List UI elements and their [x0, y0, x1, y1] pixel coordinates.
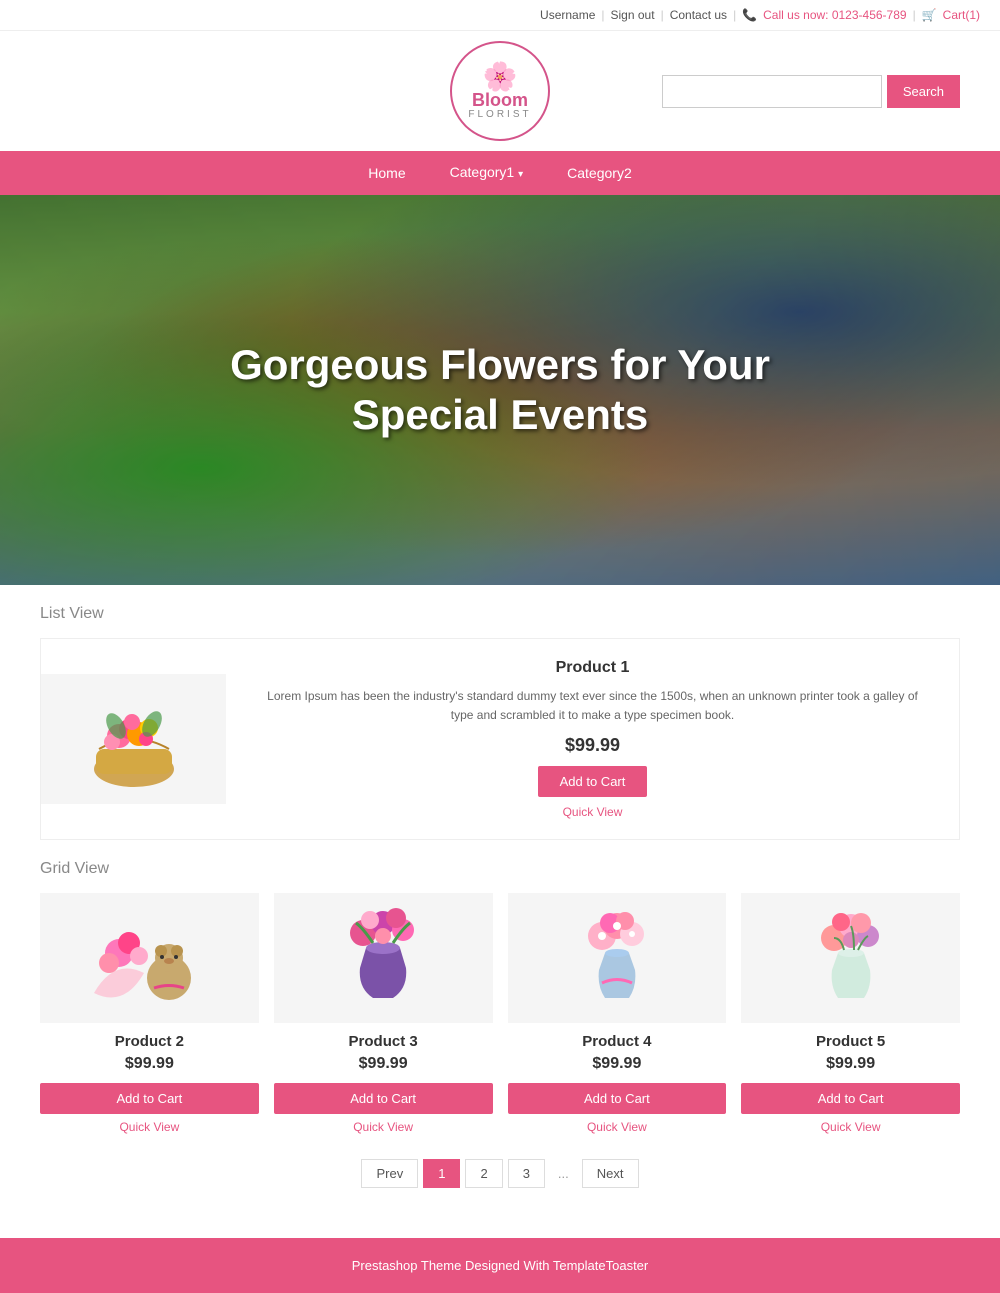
nav-cat1[interactable]: Category1 ▾	[428, 150, 546, 197]
dropdown-arrow-icon: ▾	[518, 169, 523, 180]
sep2: |	[661, 8, 664, 22]
grid-view-label: Grid View	[40, 860, 960, 878]
product1-name: Product 1	[256, 659, 929, 677]
product3-add-cart-button[interactable]: Add to Cart	[274, 1083, 493, 1114]
nav-cat2[interactable]: Category2	[545, 151, 654, 195]
logo-sub: FLORIST	[468, 109, 531, 120]
pagination: Prev 1 2 3 ... Next	[40, 1159, 960, 1188]
logo[interactable]: 🌸 Bloom FLORIST	[450, 41, 550, 141]
hero-text: Gorgeous Flowers for Your Special Events	[210, 320, 790, 461]
product1-image	[41, 674, 226, 804]
hero-line2: Special Events	[352, 391, 648, 438]
grid-item-product4: Product 4 $99.99 Add to Cart Quick View	[508, 893, 727, 1134]
product2-image	[40, 893, 259, 1023]
product4-price: $99.99	[508, 1055, 727, 1073]
product3-price: $99.99	[274, 1055, 493, 1073]
cart-link[interactable]: Cart(1)	[943, 8, 980, 22]
page-1-button[interactable]: 1	[423, 1159, 460, 1188]
search-input[interactable]	[662, 75, 882, 108]
product1-info: Product 1 Lorem Ipsum has been the indus…	[226, 639, 959, 839]
top-bar: Username | Sign out | Contact us | 📞 Cal…	[0, 0, 1000, 31]
grid-view: Product 2 $99.99 Add to Cart Quick View	[40, 893, 960, 1134]
sep1: |	[601, 8, 604, 22]
product2-add-cart-button[interactable]: Add to Cart	[40, 1083, 259, 1114]
product5-add-cart-button[interactable]: Add to Cart	[741, 1083, 960, 1114]
products-section: List View Product 1	[0, 585, 1000, 1238]
product2-name: Product 2	[40, 1033, 259, 1050]
next-button[interactable]: Next	[582, 1159, 639, 1188]
phone-text: Call us now: 0123-456-789	[763, 8, 906, 22]
search-area: Search	[653, 75, 960, 108]
list-view-label: List View	[40, 605, 960, 623]
hero-banner: Gorgeous Flowers for Your Special Events	[0, 195, 1000, 585]
product4-name: Product 4	[508, 1033, 727, 1050]
logo-name: Bloom	[472, 91, 528, 109]
product5-price: $99.99	[741, 1055, 960, 1073]
product4-quick-view-link[interactable]: Quick View	[508, 1120, 727, 1134]
product1-quick-view-link[interactable]: Quick View	[256, 805, 929, 819]
contact-link[interactable]: Contact us	[670, 8, 727, 22]
footer-text: Prestashop Theme Designed With TemplateT…	[352, 1258, 649, 1273]
list-view-item: Product 1 Lorem Ipsum has been the indus…	[40, 638, 960, 840]
phone-icon: 📞	[742, 8, 757, 22]
product3-name: Product 3	[274, 1033, 493, 1050]
page-3-button[interactable]: 3	[508, 1159, 545, 1188]
grid-item-product2: Product 2 $99.99 Add to Cart Quick View	[40, 893, 259, 1134]
product5-quick-view-link[interactable]: Quick View	[741, 1120, 960, 1134]
product1-price: $99.99	[256, 735, 929, 756]
cart-icon: 🛒	[922, 8, 937, 22]
username-link[interactable]: Username	[540, 8, 595, 22]
header: 🌸 Bloom FLORIST Search	[0, 31, 1000, 151]
sep3: |	[733, 8, 736, 22]
hero-line1: Gorgeous Flowers for Your	[230, 341, 770, 388]
sep4: |	[913, 8, 916, 22]
footer: Prestashop Theme Designed With TemplateT…	[0, 1238, 1000, 1293]
logo-flowers-icon: 🌸	[483, 63, 518, 91]
logo-area: 🌸 Bloom FLORIST	[347, 41, 654, 141]
product2-quick-view-link[interactable]: Quick View	[40, 1120, 259, 1134]
product1-desc: Lorem Ipsum has been the industry's stan…	[256, 687, 929, 725]
nav-home[interactable]: Home	[346, 151, 427, 195]
nav-cat1-label: Category1	[450, 164, 515, 180]
nav-bar: Home Category1 ▾ Category2	[0, 151, 1000, 195]
product5-name: Product 5	[741, 1033, 960, 1050]
product3-image	[274, 893, 493, 1023]
product4-image	[508, 893, 727, 1023]
grid-item-product5: Product 5 $99.99 Add to Cart Quick View	[741, 893, 960, 1134]
product1-add-cart-button[interactable]: Add to Cart	[538, 766, 648, 797]
product3-quick-view-link[interactable]: Quick View	[274, 1120, 493, 1134]
product2-price: $99.99	[40, 1055, 259, 1073]
grid-item-product3: Product 3 $99.99 Add to Cart Quick View	[274, 893, 493, 1134]
product5-image	[741, 893, 960, 1023]
prev-button[interactable]: Prev	[361, 1159, 418, 1188]
pagination-dots: ...	[550, 1160, 577, 1187]
product4-add-cart-button[interactable]: Add to Cart	[508, 1083, 727, 1114]
page-2-button[interactable]: 2	[465, 1159, 502, 1188]
signout-link[interactable]: Sign out	[611, 8, 655, 22]
search-button[interactable]: Search	[887, 75, 960, 108]
